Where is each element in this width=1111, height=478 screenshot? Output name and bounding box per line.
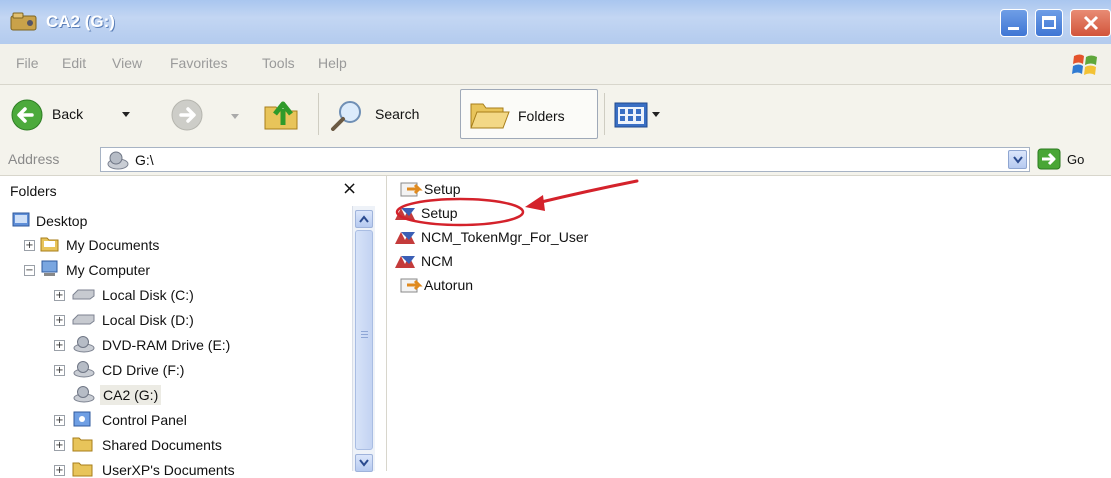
back-button[interactable]: Back (10, 97, 160, 133)
go-arrow-icon (1037, 148, 1061, 170)
drive-icon (10, 12, 37, 31)
control-panel-icon (73, 411, 91, 427)
search-button[interactable]: Search (330, 97, 450, 133)
menu-view[interactable]: View (112, 55, 142, 71)
expand-icon[interactable]: + (54, 365, 65, 376)
menu-file[interactable]: File (16, 55, 39, 71)
optical-drive-icon (73, 361, 95, 378)
views-dropdown-icon (652, 112, 660, 117)
views-icon (614, 102, 648, 128)
forward-dropdown-icon[interactable] (231, 113, 240, 121)
chevron-down-icon (1013, 156, 1023, 164)
menu-bar: File Edit View Favorites Tools Help (0, 44, 1111, 85)
folder-icon (72, 437, 93, 452)
setup-icon (400, 278, 423, 293)
collapse-icon[interactable]: − (24, 265, 35, 276)
expand-icon[interactable]: + (54, 440, 65, 451)
title-bar[interactable]: CA2 (G:) (0, 0, 1111, 44)
optical-drive-icon (73, 336, 95, 353)
drive-icon (107, 151, 129, 170)
desktop-icon (12, 212, 30, 227)
folders-pane-header: Folders × (0, 176, 386, 204)
folders-scrollbar[interactable] (352, 206, 375, 472)
folder-icon (40, 237, 59, 252)
address-label: Address (8, 151, 60, 167)
back-arrow-icon (11, 99, 43, 131)
hard-disk-icon (72, 314, 95, 325)
highlight-annotation (395, 179, 639, 227)
folders-pane-title: Folders (10, 183, 57, 199)
scroll-down-button[interactable] (355, 454, 373, 472)
msi-icon (395, 256, 415, 268)
chevron-up-icon (359, 215, 369, 223)
highlight-ellipse (395, 197, 525, 227)
forward-arrow-icon[interactable] (170, 98, 204, 132)
address-dropdown-button[interactable] (1008, 150, 1027, 169)
scroll-thumb[interactable] (355, 230, 373, 450)
go-button[interactable]: Go (1037, 147, 1107, 172)
menu-tools[interactable]: Tools (262, 55, 295, 71)
close-button[interactable] (1070, 9, 1111, 37)
expand-icon[interactable]: + (24, 240, 35, 251)
expand-icon[interactable]: + (54, 315, 65, 326)
close-icon (1083, 15, 1099, 31)
annotation-arrow (535, 179, 639, 205)
address-value: G:\ (135, 152, 154, 168)
folders-pane: Folders × Desktop + My Documents − My Co… (0, 176, 387, 478)
folders-label: Folders (518, 108, 565, 124)
minimize-button[interactable] (1000, 9, 1028, 37)
file-list: Setup Setup NCM_TokenMgr_For_User NCM Au… (387, 176, 1111, 471)
hard-disk-icon (72, 289, 95, 300)
address-bar: Address G:\ Go (0, 145, 1111, 176)
up-folder-icon[interactable] (262, 95, 302, 133)
go-label: Go (1067, 152, 1085, 167)
toolbar: Back Search Folders (0, 85, 1111, 146)
address-input[interactable]: G:\ (100, 147, 1030, 172)
folders-button[interactable]: Folders (460, 89, 598, 139)
chevron-down-icon (359, 459, 369, 467)
expand-icon[interactable]: + (54, 290, 65, 301)
menu-favorites[interactable]: Favorites (170, 55, 228, 71)
back-dropdown-icon (122, 112, 130, 117)
computer-icon (41, 260, 58, 276)
menu-help[interactable]: Help (318, 55, 347, 71)
expand-icon[interactable]: + (54, 415, 65, 426)
selected-label: CA2 (G:) (100, 385, 162, 405)
toolbar-separator (604, 93, 605, 135)
views-button[interactable] (614, 99, 666, 129)
arrow-head-icon (525, 195, 545, 211)
expand-icon[interactable]: + (54, 340, 65, 351)
windows-logo-icon (1072, 54, 1097, 75)
folders-pane-close-icon[interactable]: × (342, 178, 357, 199)
maximize-button[interactable] (1035, 9, 1063, 37)
search-icon (331, 101, 361, 131)
search-label: Search (375, 106, 420, 122)
menu-edit[interactable]: Edit (62, 55, 86, 71)
folder-icon (72, 462, 93, 477)
back-label: Back (52, 106, 84, 122)
toolbar-separator (318, 93, 319, 135)
window-title: CA2 (G:) (46, 12, 115, 31)
optical-drive-icon (73, 386, 95, 403)
folders-icon (470, 103, 510, 129)
scroll-up-button[interactable] (355, 210, 373, 228)
